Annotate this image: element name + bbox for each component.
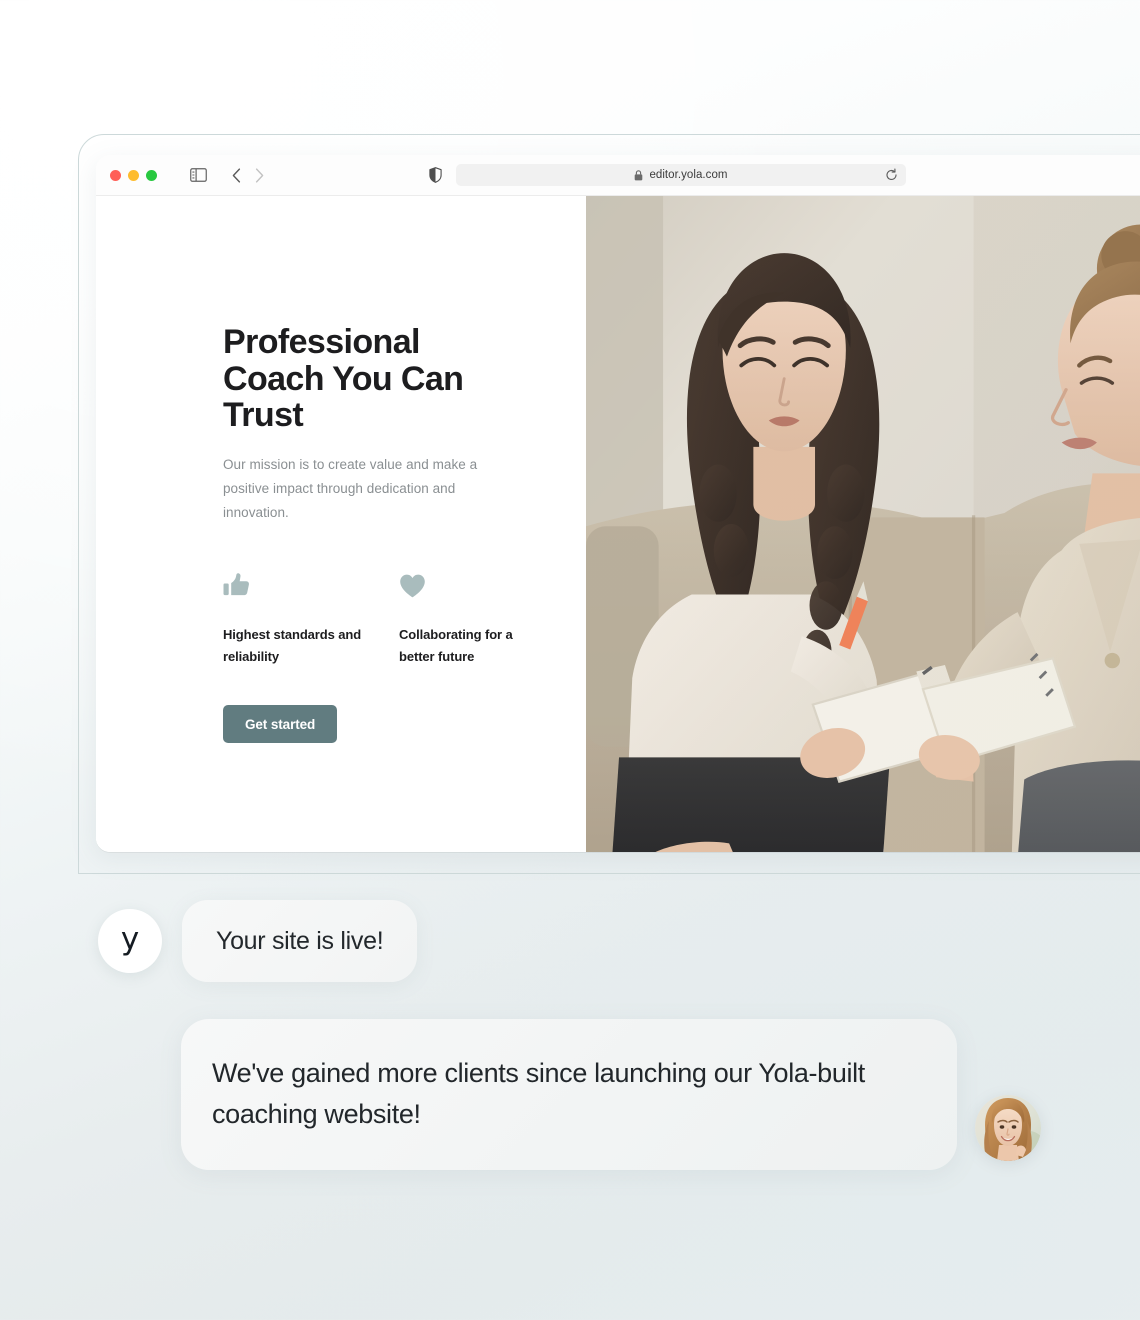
chevron-left-icon: [232, 167, 241, 183]
chat-bubble-site-live-text: Your site is live!: [216, 927, 384, 955]
chat-bubble-site-live: Your site is live!: [182, 900, 418, 982]
window-controls: [110, 169, 157, 181]
minimize-window-button[interactable]: [128, 169, 139, 181]
chat-message-system: y Your site is live!: [98, 900, 418, 982]
close-window-button[interactable]: [110, 169, 121, 181]
hero-subtitle: Our mission is to create value and make …: [223, 457, 478, 521]
get-started-button[interactable]: Get started: [223, 705, 338, 744]
yola-logo-avatar: y: [98, 909, 162, 973]
two-women-coaching-session-photo: [586, 196, 1140, 852]
hero-text-column: Professional Coach You Can Trust Our mis…: [96, 196, 586, 852]
browser-window: editor.yola.com Professional Coach You C…: [96, 155, 1140, 852]
maximize-window-button[interactable]: [146, 169, 157, 181]
address-bar-url: editor.yola.com: [649, 169, 728, 181]
user-portrait-image: [975, 1095, 1041, 1161]
hero-title: Professional Coach You Can Trust: [223, 323, 464, 435]
heart-icon: [399, 569, 539, 599]
browser-toolbar: editor.yola.com: [96, 155, 1140, 196]
lock-icon: [635, 169, 643, 180]
privacy-report-button[interactable]: [429, 167, 442, 183]
hero-feature-list: Highest standards and reliability Collab…: [223, 569, 586, 667]
address-bar-content: editor.yola.com: [634, 169, 727, 181]
thumbs-up-icon: [223, 569, 363, 599]
sidebar-icon: [190, 168, 207, 182]
sidebar-toggle-button[interactable]: [190, 168, 207, 182]
website-preview: Professional Coach You Can Trust Our mis…: [96, 196, 1140, 852]
back-button[interactable]: [232, 167, 241, 183]
shield-icon: [429, 167, 442, 183]
chat-message-testimonial: We've gained more clients since launchin…: [181, 1019, 1041, 1170]
reload-button[interactable]: [885, 168, 898, 182]
forward-button[interactable]: [255, 167, 264, 183]
chat-bubble-testimonial: We've gained more clients since launchin…: [181, 1019, 957, 1170]
address-bar[interactable]: editor.yola.com: [456, 164, 906, 186]
feature-item-standards: Highest standards and reliability: [223, 569, 363, 667]
user-photo-avatar: [975, 1095, 1041, 1161]
yola-logo-letter: y: [120, 921, 140, 957]
feature-label-standards: Highest standards and reliability: [223, 627, 362, 664]
reload-icon: [886, 168, 897, 181]
feature-label-collaboration: Collaborating for a better future: [399, 627, 513, 664]
hero-photo: [586, 196, 1140, 852]
chevron-right-icon: [255, 167, 264, 183]
chat-bubble-testimonial-text: We've gained more clients since launchin…: [212, 1058, 865, 1129]
navigation-arrows: [232, 167, 264, 183]
feature-item-collaboration: Collaborating for a better future: [399, 569, 539, 667]
